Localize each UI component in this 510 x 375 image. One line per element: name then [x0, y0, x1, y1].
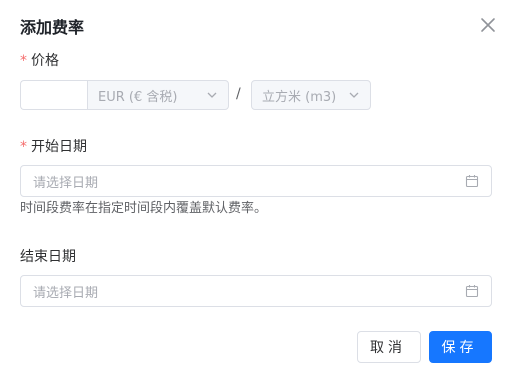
- required-mark: *: [20, 53, 27, 69]
- unit-separator: /: [236, 86, 241, 102]
- unit-select[interactable]: 立方米 (m3): [251, 80, 371, 110]
- price-label-text: 价格: [31, 53, 59, 69]
- required-mark: *: [20, 139, 27, 155]
- currency-select-value: EUR (€ 含税): [98, 89, 178, 105]
- calendar-icon: [465, 175, 479, 188]
- save-button[interactable]: 保存: [429, 331, 492, 363]
- price-label: * 价格: [20, 51, 59, 71]
- unit-select-value: 立方米 (m3): [262, 89, 337, 105]
- start-date-label: * 开始日期: [20, 137, 87, 157]
- close-icon: [481, 18, 495, 32]
- start-date-label-text: 开始日期: [31, 139, 87, 155]
- end-date-label-text: 结束日期: [20, 249, 76, 265]
- start-date-placeholder: 请选择日期: [33, 175, 99, 191]
- currency-select[interactable]: EUR (€ 含税): [87, 80, 229, 110]
- start-date-hint: 时间段费率在指定时间段内覆盖默认费率。: [20, 201, 268, 216]
- end-date-picker[interactable]: 请选择日期: [20, 275, 492, 307]
- add-rate-dialog: 添加费率 * 价格 EUR (€ 含税) / 立方米 (m3) * 开始日期 请选择…: [0, 0, 510, 375]
- cancel-button[interactable]: 取消: [357, 331, 421, 363]
- chevron-down-icon: [207, 92, 217, 98]
- start-date-picker[interactable]: 请选择日期: [20, 165, 492, 197]
- price-input[interactable]: [20, 80, 87, 110]
- dialog-title: 添加费率: [20, 18, 85, 37]
- end-date-placeholder: 请选择日期: [33, 285, 99, 301]
- calendar-icon: [465, 285, 479, 298]
- end-date-label: 结束日期: [20, 247, 76, 267]
- chevron-down-icon: [349, 92, 359, 98]
- close-button[interactable]: [478, 15, 498, 35]
